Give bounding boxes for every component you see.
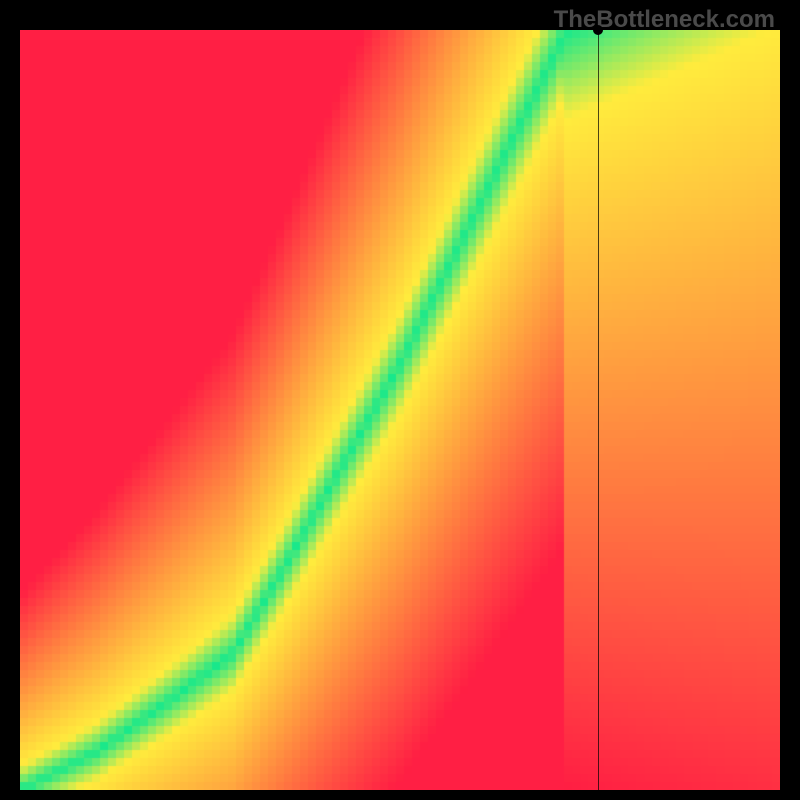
marker-dot bbox=[593, 25, 603, 35]
vertical-marker-line bbox=[598, 30, 599, 790]
heatmap-canvas bbox=[20, 30, 780, 790]
